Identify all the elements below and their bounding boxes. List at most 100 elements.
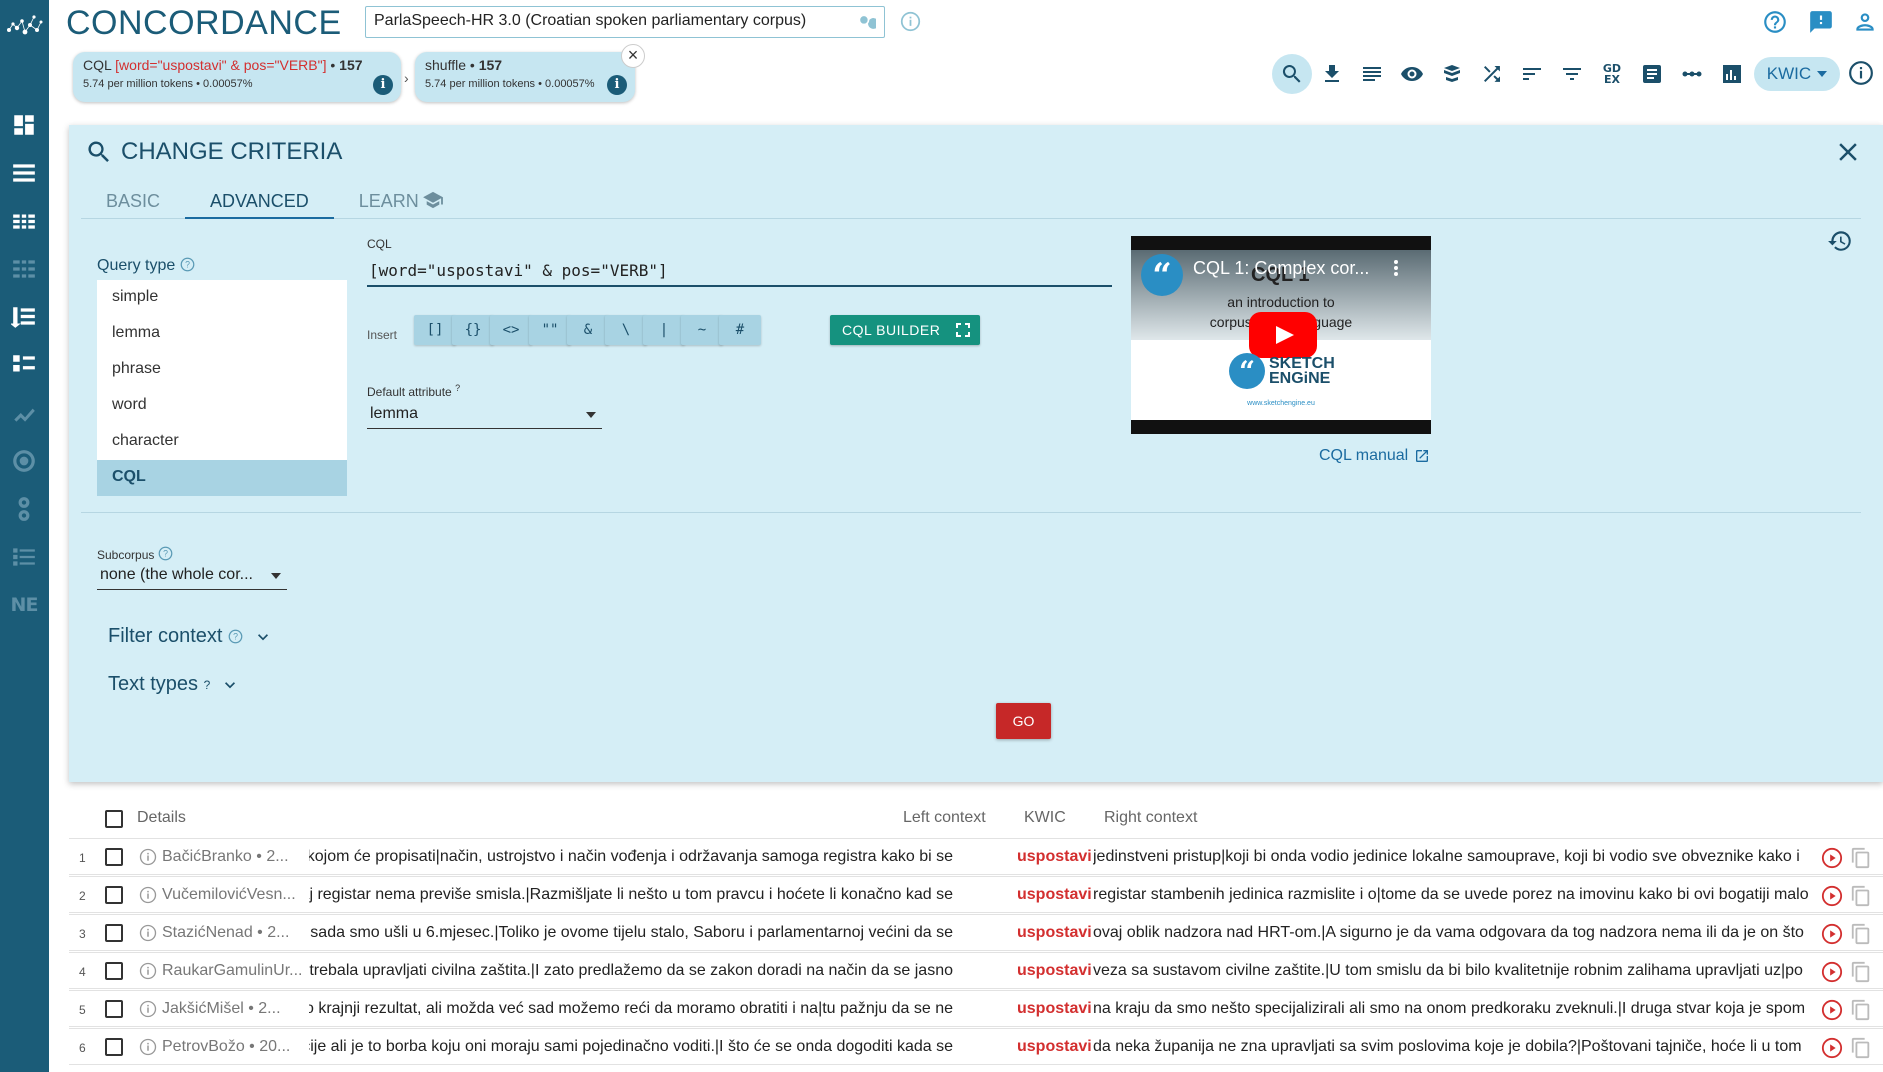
cql-manual-link[interactable]: CQL manual [1319, 447, 1430, 465]
insert-backslash-button[interactable]: \ [605, 315, 647, 345]
insert-or-button[interactable]: | [643, 315, 685, 345]
info-icon[interactable] [139, 1038, 157, 1056]
more-vertical-icon[interactable] [1393, 258, 1399, 278]
help-icon[interactable] [1762, 9, 1788, 35]
tab-basic[interactable]: BASIC [81, 185, 185, 219]
info-icon[interactable]: i [607, 75, 627, 95]
thesaurus-icon[interactable] [8, 445, 40, 477]
play-audio-icon[interactable] [1821, 847, 1843, 869]
cql-builder-button[interactable]: CQL BUILDER [830, 315, 980, 345]
info-icon[interactable] [139, 962, 157, 980]
wordlist-icon[interactable] [8, 157, 40, 189]
tab-advanced[interactable]: ADVANCED [185, 185, 334, 219]
query-chip-cql[interactable]: CQL [word="uspostavi" & pos="VERB"] • 15… [73, 52, 401, 102]
query-type-phrase[interactable]: phrase [97, 352, 347, 388]
insert-and-button[interactable]: & [567, 315, 609, 345]
kwic-word[interactable]: uspostavi [1017, 1000, 1092, 1018]
query-type-lemma[interactable]: lemma [97, 316, 347, 352]
row-details[interactable]: JakšićMišel • 2... [162, 1000, 302, 1018]
subcorpus-select[interactable]: none (the whole cor... [97, 562, 287, 590]
copy-icon[interactable] [1850, 847, 1872, 869]
row-checkbox[interactable] [105, 1038, 123, 1056]
copy-icon[interactable] [1850, 923, 1872, 945]
info-icon[interactable] [139, 848, 157, 866]
table-row[interactable]: 4 RaukarGamulinUr... ojima bi trebala upra… [69, 952, 1883, 989]
reset-icon[interactable] [1827, 228, 1853, 254]
row-checkbox[interactable] [105, 848, 123, 866]
insert-brackets-button[interactable]: [] [414, 315, 456, 345]
row-checkbox[interactable] [105, 924, 123, 942]
help-icon[interactable]: ? [158, 546, 173, 561]
row-checkbox[interactable] [105, 962, 123, 980]
copy-icon[interactable] [1850, 999, 1872, 1021]
table-row[interactable]: 2 VučemilovićVesn... dinica taj registar n… [69, 876, 1883, 913]
text-types-toggle[interactable]: Text types ? [108, 673, 240, 696]
insert-tilde-button[interactable]: ~ [681, 315, 723, 345]
gdex-icon[interactable]: GD EX [1592, 54, 1632, 94]
kwic-word[interactable]: uspostavi [1017, 962, 1092, 980]
keywords-icon[interactable]: NE [8, 589, 40, 621]
user-account-icon[interactable] [1852, 9, 1878, 35]
parallel-concordance-icon[interactable] [8, 253, 40, 285]
cql-input[interactable]: [word="uspostavi" & pos="VERB"] [367, 253, 1112, 287]
default-attribute-select[interactable]: lemma [367, 401, 602, 429]
search-icon[interactable] [1272, 54, 1312, 94]
row-details[interactable]: VučemilovićVesn... [162, 886, 302, 904]
word-sketch-icon[interactable] [8, 301, 40, 333]
kwic-word[interactable]: uspostavi [1017, 886, 1092, 904]
sketch-engine-logo[interactable] [4, 6, 46, 46]
concordance-icon[interactable] [8, 205, 40, 237]
table-row[interactable]: 5 JakšićMišel • 2... ne vidimo krajnji rez… [69, 990, 1883, 1027]
copy-icon[interactable] [1850, 885, 1872, 907]
row-checkbox[interactable] [105, 886, 123, 904]
frequency-icon[interactable] [1632, 54, 1672, 94]
copy-icon[interactable] [1850, 961, 1872, 983]
shuffle-icon[interactable] [1472, 54, 1512, 94]
close-icon[interactable] [1833, 137, 1863, 167]
query-type-simple[interactable]: simple [97, 280, 347, 316]
download-icon[interactable] [1312, 54, 1352, 94]
play-audio-icon[interactable] [1821, 1037, 1843, 1059]
copy-icon[interactable] [1850, 1037, 1872, 1059]
tutorial-video[interactable]: “ CQL 1 CQL 1: Complex cor... an introdu… [1131, 236, 1431, 434]
corpus-info-icon[interactable] [900, 11, 921, 32]
table-row[interactable]: 3 StazićNenad • 2... na.|Evo, sada smo ušl… [69, 914, 1883, 951]
help-icon[interactable]: ? [180, 257, 195, 272]
row-details[interactable]: RaukarGamulinUr... [162, 962, 302, 980]
view-mode-dropdown[interactable]: KWIC [1754, 57, 1840, 91]
query-chip-shuffle[interactable]: shuffle • 157 5.74 per million tokens • … [415, 52, 635, 102]
kwic-word[interactable]: uspostavi [1017, 848, 1092, 866]
table-row[interactable]: 1 BačićBranko • 2... uredbu kojom će propi… [69, 838, 1883, 875]
help-marker[interactable]: ? [455, 383, 460, 393]
info-icon[interactable]: i [373, 75, 393, 95]
trends-icon[interactable] [8, 397, 40, 429]
dashboard-icon[interactable] [8, 109, 40, 141]
sketch-difference-icon[interactable] [8, 349, 40, 381]
query-type-word[interactable]: word [97, 388, 347, 424]
collocations-icon[interactable] [1672, 54, 1712, 94]
help-icon[interactable]: ? [228, 629, 243, 644]
play-audio-icon[interactable] [1821, 885, 1843, 907]
query-type-cql[interactable]: CQL [97, 460, 347, 496]
ngrams-icon[interactable] [8, 541, 40, 573]
close-icon[interactable]: × [621, 44, 645, 68]
info-icon[interactable] [139, 886, 157, 904]
row-checkbox[interactable] [105, 1000, 123, 1018]
help-marker[interactable]: ? [204, 678, 211, 692]
filter-context-toggle[interactable]: Filter context ? [108, 625, 273, 648]
insert-braces-button[interactable]: {} [452, 315, 494, 345]
good-examples-icon[interactable] [1432, 54, 1472, 94]
row-details[interactable]: PetrovBožo • 20... [162, 1038, 302, 1056]
select-all-checkbox[interactable] [105, 810, 123, 828]
corpus-selector[interactable]: ParlaSpeech-HR 3.0 (Croatian spoken parl… [365, 6, 885, 38]
sort-icon[interactable] [1512, 54, 1552, 94]
row-details[interactable]: StazićNenad • 2... [162, 924, 302, 942]
play-audio-icon[interactable] [1821, 999, 1843, 1021]
query-type-character[interactable]: character [97, 424, 347, 460]
insert-angle-button[interactable]: <> [490, 315, 532, 345]
statistics-icon[interactable] [1712, 54, 1752, 94]
row-details[interactable]: BačićBranko • 2... [162, 848, 302, 866]
kwic-word[interactable]: uspostavi [1017, 1038, 1092, 1056]
filter-icon[interactable] [1552, 54, 1592, 94]
visibility-icon[interactable] [1392, 54, 1432, 94]
